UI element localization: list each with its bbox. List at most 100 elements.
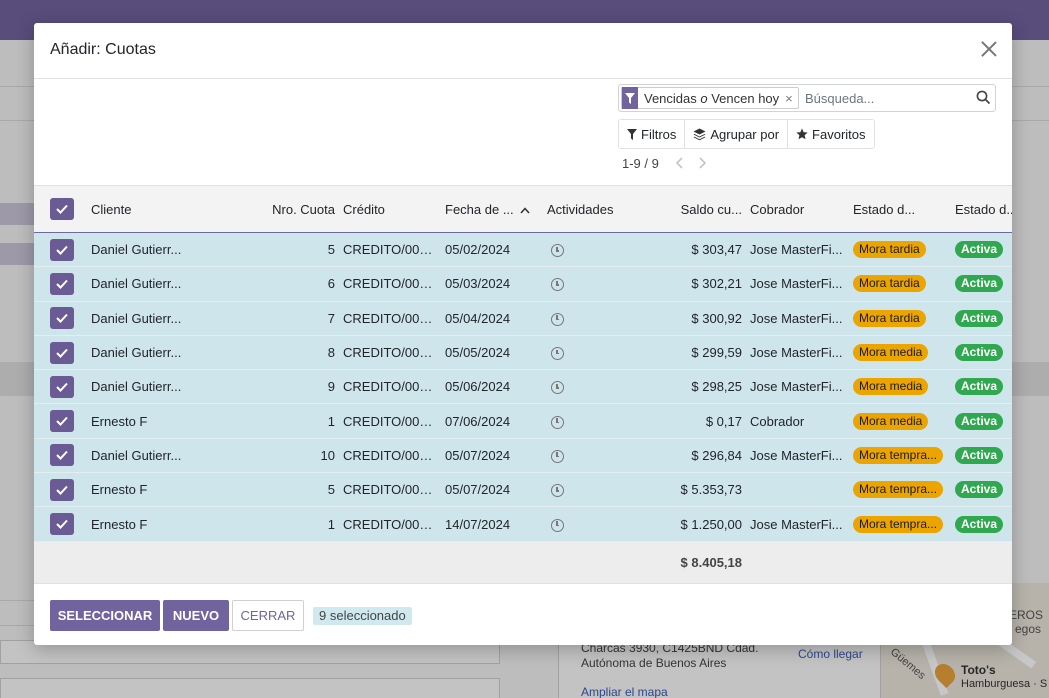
cell-credito[interactable]: CREDITO/000... [339,403,441,439]
cell-estado[interactable]: Activa [951,506,1012,542]
cell-fecha[interactable]: 05/03/2024 [441,266,543,302]
clock-icon[interactable] [551,415,564,429]
cell-actividades[interactable] [543,232,636,268]
row-checkbox-cell[interactable] [34,266,87,302]
cell-cobrador[interactable]: Jose MasterFi... [746,369,849,405]
cell-estado-mora[interactable]: Mora media [849,369,951,405]
row-checkbox-cell[interactable] [34,301,87,336]
cell-estado[interactable]: Activa [951,266,1012,302]
filters-button[interactable]: Filtros [619,120,686,148]
row-checkbox-cell[interactable] [34,403,87,439]
search-bar[interactable]: Vencidas o Vencen hoy × [618,84,996,112]
cell-fecha[interactable]: 07/06/2024 [441,403,543,439]
cell-cliente[interactable]: Daniel Gutierr... [87,232,206,268]
cell-nro-cuota[interactable]: 10 [206,438,339,474]
column-header-credito[interactable]: Crédito [339,185,441,233]
row-checkbox[interactable] [50,478,74,501]
clock-icon[interactable] [551,312,564,326]
cell-cobrador[interactable]: Cobrador [746,403,849,439]
cell-cobrador[interactable]: Jose MasterFi... [746,438,849,474]
row-checkbox-cell[interactable] [34,232,87,268]
cell-fecha[interactable]: 05/06/2024 [441,369,543,405]
row-checkbox[interactable] [50,272,74,295]
new-button[interactable]: NUEVO [163,600,229,631]
row-checkbox[interactable] [50,238,74,261]
clock-icon[interactable] [551,278,564,292]
cell-nro-cuota[interactable]: 6 [206,266,339,302]
cell-credito[interactable]: CREDITO/000... [339,301,441,336]
cell-credito[interactable]: CREDITO/000... [339,438,441,474]
clock-icon[interactable] [551,518,564,532]
cell-saldo[interactable]: $ 296,84 [636,438,746,474]
cell-credito[interactable]: CREDITO/000... [339,232,441,268]
table-row[interactable]: Ernesto F 1 CREDITO/000... 14/07/2024 $ 1.25… [34,506,1012,542]
column-header-nro-cuota[interactable]: Nro. Cuota [206,185,339,233]
column-header-fecha[interactable]: Fecha de ... [441,185,543,233]
cell-cobrador[interactable] [746,472,849,508]
table-row[interactable]: Daniel Gutierr... 5 CREDITO/000... 05/02/20… [34,232,1012,268]
cell-estado-mora[interactable]: Mora tempra... [849,438,951,474]
cell-estado-mora[interactable]: Mora tempra... [849,472,951,508]
cell-estado[interactable]: Activa [951,335,1012,371]
row-checkbox[interactable] [50,513,74,536]
close-icon[interactable] [980,40,998,58]
column-header-saldo[interactable]: Saldo cu... [636,185,746,233]
cell-fecha[interactable]: 05/07/2024 [441,472,543,508]
cell-fecha[interactable]: 14/07/2024 [441,506,543,542]
cell-nro-cuota[interactable]: 1 [206,403,339,439]
cell-cliente[interactable]: Ernesto F [87,506,206,542]
cell-actividades[interactable] [543,266,636,302]
select-all-checkbox[interactable] [50,198,74,220]
clock-icon[interactable] [551,449,564,463]
cell-cliente[interactable]: Daniel Gutierr... [87,301,206,336]
cell-estado-mora[interactable]: Mora media [849,403,951,439]
cell-cliente[interactable]: Ernesto F [87,403,206,439]
cell-cliente[interactable]: Daniel Gutierr... [87,266,206,302]
cell-actividades[interactable] [543,335,636,371]
cell-cliente[interactable]: Ernesto F [87,472,206,508]
cell-cobrador[interactable]: Jose MasterFi... [746,266,849,302]
cell-cobrador[interactable]: Jose MasterFi... [746,335,849,371]
cell-credito[interactable]: CREDITO/000... [339,506,441,542]
cell-fecha[interactable]: 05/05/2024 [441,335,543,371]
cell-estado[interactable]: Activa [951,438,1012,474]
cell-estado-mora[interactable]: Mora tempra... [849,506,951,542]
cell-actividades[interactable] [543,506,636,542]
row-checkbox-cell[interactable] [34,438,87,474]
cell-actividades[interactable] [543,301,636,336]
row-checkbox-cell[interactable] [34,506,87,542]
cell-saldo[interactable]: $ 1.250,00 [636,506,746,542]
cell-saldo[interactable]: $ 300,92 [636,301,746,336]
row-checkbox-cell[interactable] [34,335,87,371]
column-header-estado[interactable]: Estado d... [951,185,1012,233]
close-button[interactable]: CERRAR [232,600,304,631]
row-checkbox[interactable] [50,444,74,467]
cell-actividades[interactable] [543,369,636,405]
clock-icon[interactable] [551,244,564,258]
cell-estado[interactable]: Activa [951,403,1012,439]
chevron-left-icon[interactable] [674,157,686,169]
cell-estado-mora[interactable]: Mora tardia [849,232,951,268]
search-input[interactable] [805,88,965,108]
cell-actividades[interactable] [543,472,636,508]
search-icon[interactable] [976,90,991,105]
table-row[interactable]: Ernesto F 1 CREDITO/000... 07/06/2024 $ 0,17… [34,403,1012,439]
cell-saldo[interactable]: $ 299,59 [636,335,746,371]
clock-icon[interactable] [551,347,564,361]
favorites-button[interactable]: Favoritos [788,120,873,148]
column-header-cliente[interactable]: Cliente [87,185,206,233]
cell-saldo[interactable]: $ 303,47 [636,232,746,268]
cell-cobrador[interactable]: Jose MasterFi... [746,506,849,542]
cell-cliente[interactable]: Daniel Gutierr... [87,335,206,371]
group-by-button[interactable]: Agrupar por [685,120,789,148]
cell-nro-cuota[interactable]: 8 [206,335,339,371]
table-row[interactable]: Ernesto F 5 CREDITO/000... 05/07/2024 $ 5.35… [34,472,1012,508]
cell-nro-cuota[interactable]: 9 [206,369,339,405]
table-row[interactable]: Daniel Gutierr... 7 CREDITO/000... 05/04/20… [34,301,1012,336]
cell-estado[interactable]: Activa [951,301,1012,336]
column-header-cobrador[interactable]: Cobrador [746,185,849,233]
cell-credito[interactable]: CREDITO/000... [339,472,441,508]
cell-fecha[interactable]: 05/07/2024 [441,438,543,474]
cell-saldo[interactable]: $ 302,21 [636,266,746,302]
cell-nro-cuota[interactable]: 5 [206,232,339,268]
